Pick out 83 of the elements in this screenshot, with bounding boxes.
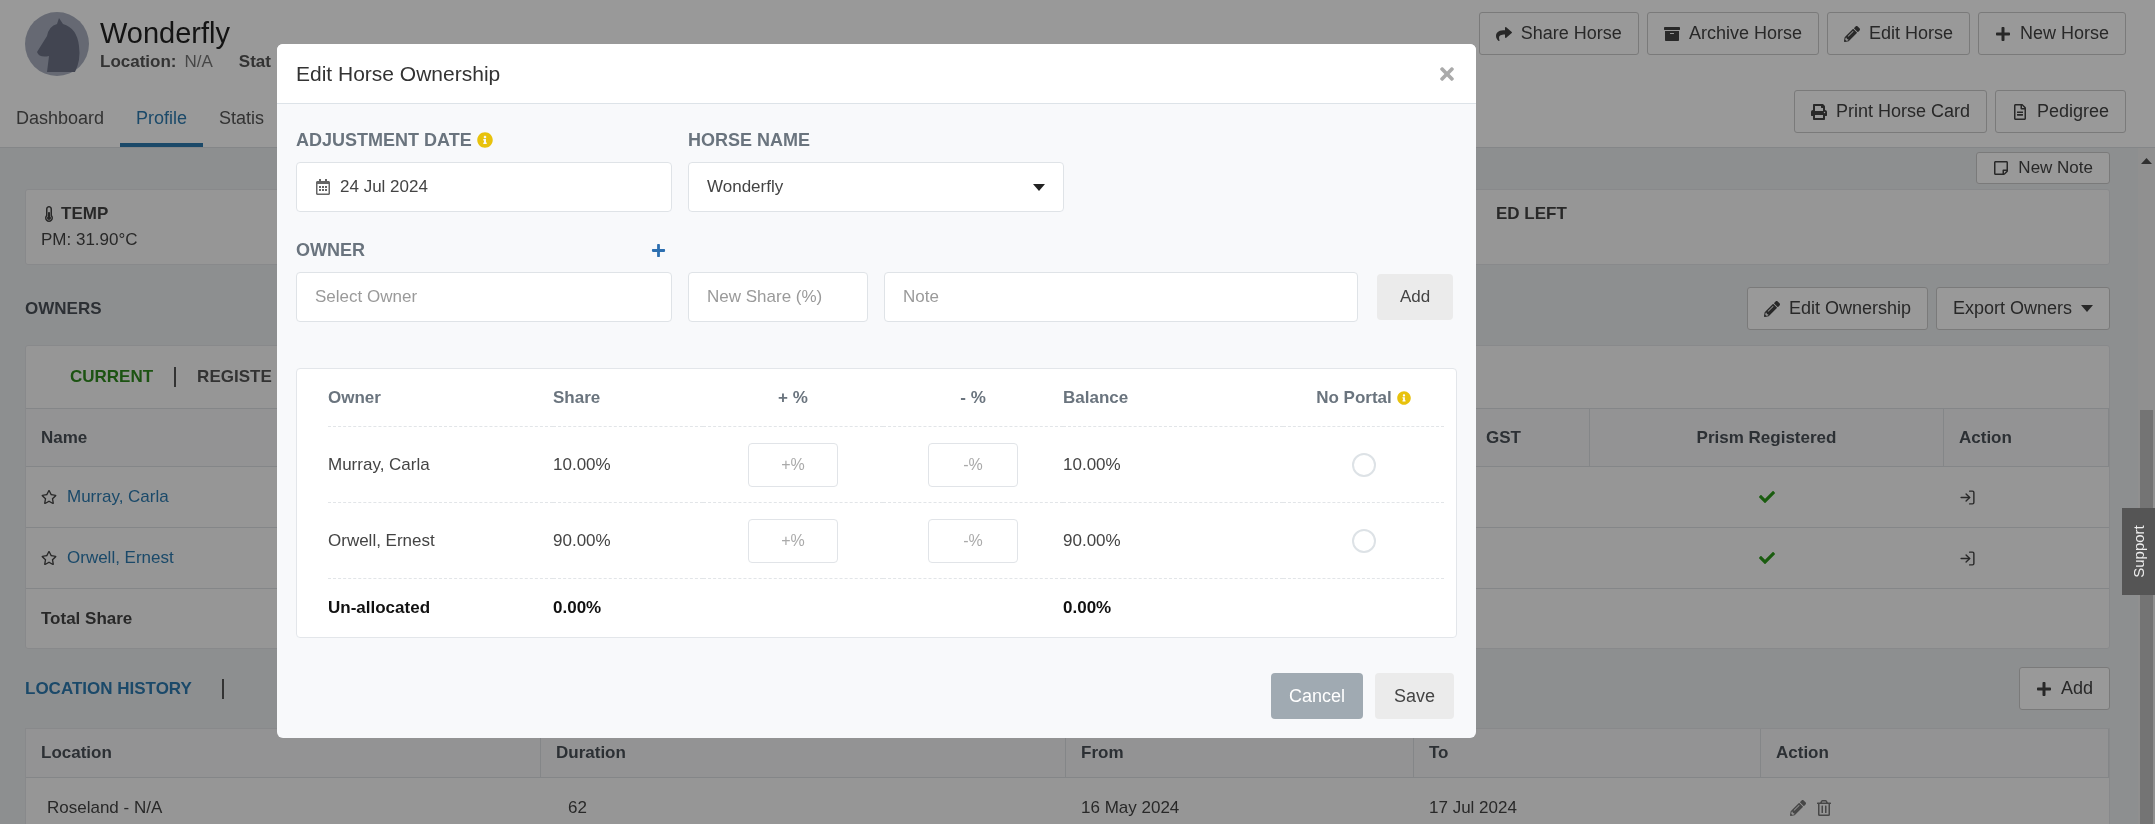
archive-box-icon [1663, 25, 1680, 42]
owner-field[interactable]: Select Owner [296, 272, 672, 322]
plus-icon [1994, 25, 2011, 42]
caret-icon [2081, 305, 2093, 312]
header-button[interactable]: Edit Horse [1826, 12, 1970, 55]
note-icon [1993, 160, 2010, 176]
balance-value: 90.00% [1063, 530, 1121, 551]
status-label: Stat [238, 51, 271, 72]
column-header: No Portal [1316, 387, 1392, 408]
date-field[interactable]: 24 Jul 2024 [296, 162, 672, 212]
header-button[interactable]: Pedigree [1994, 90, 2126, 133]
share-field[interactable]: New Share (%) [688, 272, 868, 322]
add-button[interactable]: Add [2018, 667, 2110, 710]
owner-name: Orwell, Ernest [328, 530, 435, 551]
no-portal-radio[interactable] [1351, 452, 1376, 477]
column-header: Owner [328, 387, 381, 408]
column-header: + % [778, 387, 808, 408]
save-button[interactable]: Save [1374, 673, 1454, 719]
location-label: Location: [100, 51, 177, 72]
header-button[interactable]: Share Horse [1478, 12, 1639, 55]
unallocated-label: Un-allocated [328, 598, 431, 618]
login-icon[interactable] [1959, 549, 1976, 567]
share-value: 90.00% [553, 530, 611, 551]
horse-name: Wonderfly [100, 16, 232, 50]
add-button[interactable]: Add [1377, 274, 1454, 320]
table-cell: Roseland - N/A [47, 798, 163, 818]
dialog-title: Edit Horse Ownership [296, 61, 501, 86]
column-header: Share [553, 387, 601, 408]
caret-icon [1033, 183, 1045, 191]
horse-select[interactable]: Wonderfly [688, 162, 1064, 212]
new-note-button[interactable]: New Note [1976, 152, 2110, 184]
nav-tab[interactable]: Profile [120, 108, 204, 147]
trash-icon[interactable] [1816, 800, 1832, 816]
pencil-icon[interactable] [1790, 800, 1806, 816]
header-button[interactable]: Print Horse Card [1793, 90, 1987, 133]
temp-value: PM: 31.90°C [41, 230, 138, 250]
calendar-icon [315, 179, 331, 195]
owners-button[interactable]: Edit Ownership [1746, 287, 1928, 330]
header-button[interactable]: Archive Horse [1646, 12, 1819, 55]
column-header: - % [960, 387, 986, 408]
increase-field[interactable]: +% [748, 518, 838, 563]
nav-tab[interactable]: Statis [203, 108, 281, 147]
field-label: OWNER [296, 239, 365, 261]
table-cell: 17 Jul 2024 [1429, 798, 1517, 818]
nav-tab[interactable]: Dashboard [0, 108, 121, 147]
login-icon[interactable] [1959, 488, 1976, 506]
field-label: ADJUSTMENT DATE [296, 129, 472, 151]
star-icon[interactable] [41, 489, 57, 505]
support-tab[interactable]: Support [2122, 508, 2155, 595]
plus-icon [2035, 680, 2052, 697]
owner-link[interactable]: Orwell, Ernest [67, 548, 174, 568]
plus-icon[interactable] [651, 242, 666, 258]
owners-tab[interactable]: CURRENT [49, 367, 175, 387]
temp-label: TEMP [61, 204, 109, 224]
decrease-field[interactable]: -% [928, 442, 1018, 487]
table-cell: 16 May 2024 [1081, 798, 1180, 818]
unallocated-balance: 0.00% [1063, 598, 1112, 618]
pencil-icon [1763, 300, 1780, 317]
total-share-label: Total Share [41, 608, 133, 629]
location-value: N/A [184, 51, 213, 72]
column-header: Action [1944, 408, 2109, 466]
note-field[interactable]: Note [884, 272, 1358, 322]
unallocated-share: 0.00% [553, 598, 602, 618]
field-label: HORSE NAME [688, 129, 810, 151]
no-portal-radio[interactable] [1351, 528, 1376, 553]
document-icon [2011, 103, 2028, 120]
section-title: OWNERS [25, 298, 102, 319]
column-header: Balance [1063, 387, 1129, 408]
reading-label: ED LEFT [1496, 203, 1567, 223]
increase-field[interactable]: +% [748, 442, 838, 487]
owner-link[interactable]: Murray, Carla [67, 487, 169, 507]
horse-avatar-icon [25, 12, 89, 76]
decrease-field[interactable]: -% [928, 518, 1018, 563]
info-icon[interactable] [1396, 390, 1411, 405]
pencil-icon [1843, 25, 1860, 42]
column-header: Prism Registered [1590, 408, 1944, 466]
star-icon[interactable] [41, 550, 57, 566]
table-cell: 62 [568, 798, 587, 818]
share-arrow-icon [1495, 25, 1512, 42]
owners-button[interactable]: Export Owners [1935, 287, 2110, 330]
location-history-tab[interactable]: LOCATION HISTORY [25, 678, 224, 699]
printer-icon [1810, 103, 1827, 120]
header-button[interactable]: New Horse [1977, 12, 2126, 55]
